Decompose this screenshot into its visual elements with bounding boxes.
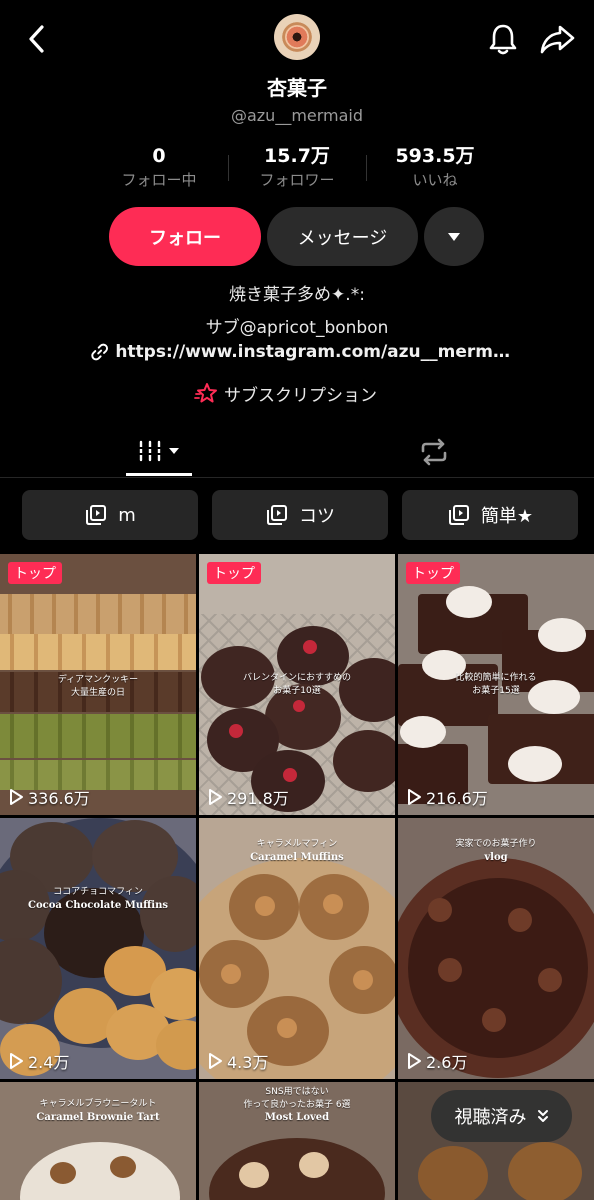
watched-filter-button[interactable]: 視聴済み bbox=[431, 1090, 572, 1142]
stat-label: フォロー中 bbox=[121, 171, 197, 189]
video-thumbnail[interactable]: 実家でのお菓子作り vlog 2.6万 bbox=[398, 818, 594, 1079]
bio-line: サブ@apricot_bonbon bbox=[205, 318, 389, 338]
video-caption: ディアマンクッキー 大量生産の日 bbox=[57, 675, 139, 698]
tab-videos[interactable] bbox=[126, 426, 192, 476]
chevron-left-icon bbox=[29, 25, 44, 53]
bio-line: 焼き菓子多め✦.*: bbox=[229, 285, 365, 305]
video-thumbnail[interactable]: トップ バレンタインにおすすめの お菓子10選 291.8万 bbox=[199, 554, 395, 815]
profile-tabs bbox=[0, 426, 594, 478]
grid-icon bbox=[138, 440, 162, 462]
view-count-text: 2.6万 bbox=[426, 1053, 468, 1072]
chevron-double-down-icon bbox=[537, 1110, 548, 1122]
view-count: 291.8万 bbox=[207, 785, 289, 809]
playlist-chip[interactable]: コツ bbox=[212, 490, 388, 540]
link-icon bbox=[91, 343, 108, 361]
stat-following[interactable]: 0 フォロー中 bbox=[94, 143, 224, 191]
play-icon bbox=[408, 1053, 421, 1069]
view-count-text: 4.3万 bbox=[227, 1053, 269, 1072]
playlist-chip[interactable]: m bbox=[22, 490, 198, 540]
bio-link-text: https://www.instagram.com/azu__merm… bbox=[115, 342, 510, 362]
view-count-text: 216.6万 bbox=[426, 789, 488, 808]
video-thumbnail[interactable]: ココアチョコマフィン Cocoa Chocolate Muffins 2.4万 bbox=[0, 818, 196, 1079]
video-caption: キャラメルマフィン bbox=[256, 839, 338, 849]
playlist-icon bbox=[86, 505, 107, 525]
bio-link[interactable]: https://www.instagram.com/azu__merm… bbox=[90, 340, 510, 364]
stat-likes[interactable]: 593.5万 いいね bbox=[370, 143, 500, 191]
view-count-text: 336.6万 bbox=[28, 789, 90, 808]
stat-divider bbox=[366, 155, 367, 181]
playlist-chip[interactable]: 簡単★ bbox=[402, 490, 578, 540]
profile-stats: 0 フォロー中 15.7万 フォロワー 593.5万 いいね bbox=[0, 143, 594, 193]
playlist-label: m bbox=[118, 504, 136, 526]
video-caption-en: vlog bbox=[484, 852, 508, 863]
profile-name: 杏菓子 bbox=[267, 76, 327, 100]
video-thumbnail[interactable]: キャラメルブラウニータルト Caramel Brownie Tart bbox=[0, 1082, 196, 1200]
playlist-row: m コツ 簡単★ bbox=[0, 490, 594, 540]
avatar[interactable] bbox=[274, 14, 320, 60]
notification-bell-button[interactable] bbox=[484, 20, 522, 58]
video-thumbnail[interactable]: トップ 比較的簡単に作れる お菓子15選 216.6万 bbox=[398, 554, 594, 815]
view-count: 2.6万 bbox=[406, 1049, 467, 1073]
caret-down-icon bbox=[169, 448, 179, 454]
share-arrow-icon bbox=[540, 25, 575, 54]
share-button[interactable] bbox=[538, 20, 578, 58]
stat-label: フォロワー bbox=[259, 171, 335, 189]
subscription-link[interactable]: サブスクリプション bbox=[194, 380, 377, 406]
watched-label: 視聴済み bbox=[454, 1107, 527, 1128]
caret-down-icon bbox=[448, 232, 460, 241]
stat-label: いいね bbox=[412, 171, 458, 189]
subscription-star-icon bbox=[194, 383, 217, 403]
suggested-accounts-button[interactable] bbox=[424, 207, 484, 266]
stat-value: 593.5万 bbox=[395, 145, 475, 167]
back-button[interactable] bbox=[22, 22, 52, 56]
video-thumbnail[interactable]: トップ ディアマンクッキー 大量生産の日 336.6万 bbox=[0, 554, 196, 815]
play-icon bbox=[209, 1053, 222, 1069]
top-bar bbox=[0, 0, 594, 80]
top-badge: トップ bbox=[8, 562, 62, 584]
video-caption: 比較的簡単に作れる お菓子15選 bbox=[455, 673, 537, 696]
active-tab-indicator bbox=[126, 473, 192, 476]
top-badge: トップ bbox=[207, 562, 261, 584]
video-caption: バレンタインにおすすめの お菓子10選 bbox=[242, 673, 351, 696]
stat-value: 0 bbox=[152, 145, 166, 167]
video-caption-en: Caramel Muffins bbox=[250, 852, 344, 863]
play-icon bbox=[10, 1053, 23, 1069]
playlist-icon bbox=[267, 505, 287, 525]
play-icon bbox=[408, 789, 421, 805]
video-caption: キャラメルブラウニータルト bbox=[39, 1099, 157, 1109]
bell-icon bbox=[489, 24, 517, 55]
view-count: 336.6万 bbox=[8, 785, 90, 809]
video-caption: 実家でのお菓子作り bbox=[455, 839, 537, 849]
play-icon bbox=[10, 789, 23, 805]
video-caption-en: Caramel Brownie Tart bbox=[36, 1112, 160, 1123]
view-count-text: 2.4万 bbox=[28, 1053, 70, 1072]
profile-handle: @azu__mermaid bbox=[230, 106, 364, 125]
view-count: 2.4万 bbox=[8, 1049, 69, 1073]
stat-value: 15.7万 bbox=[264, 145, 330, 167]
repost-icon bbox=[421, 438, 447, 466]
video-caption: SNS用ではない 作って良かったお菓子 6選 bbox=[243, 1087, 351, 1110]
play-icon bbox=[209, 789, 222, 805]
follow-button[interactable]: フォロー bbox=[109, 207, 261, 266]
video-thumbnail[interactable]: キャラメルマフィン Caramel Muffins 4.3万 bbox=[199, 818, 395, 1079]
subscription-label: サブスクリプション bbox=[224, 385, 377, 406]
view-count-text: 291.8万 bbox=[227, 789, 289, 808]
playlist-icon bbox=[448, 505, 469, 525]
video-caption: ココアチョコマフィン bbox=[53, 887, 143, 897]
stat-followers[interactable]: 15.7万 フォロワー bbox=[232, 143, 362, 191]
view-count: 216.6万 bbox=[406, 785, 488, 809]
top-badge: トップ bbox=[406, 562, 460, 584]
view-count: 4.3万 bbox=[207, 1049, 268, 1073]
tab-reposts[interactable] bbox=[410, 432, 458, 472]
message-button[interactable]: メッセージ bbox=[267, 207, 418, 266]
video-caption-en: Cocoa Chocolate Muffins bbox=[28, 900, 168, 911]
stat-divider bbox=[228, 155, 229, 181]
playlist-label: 簡単★ bbox=[480, 506, 534, 527]
video-caption-en: Most Loved bbox=[264, 1112, 330, 1123]
video-thumbnail[interactable]: SNS用ではない 作って良かったお菓子 6選 Most Loved bbox=[199, 1082, 395, 1200]
playlist-label: コツ bbox=[299, 506, 335, 527]
